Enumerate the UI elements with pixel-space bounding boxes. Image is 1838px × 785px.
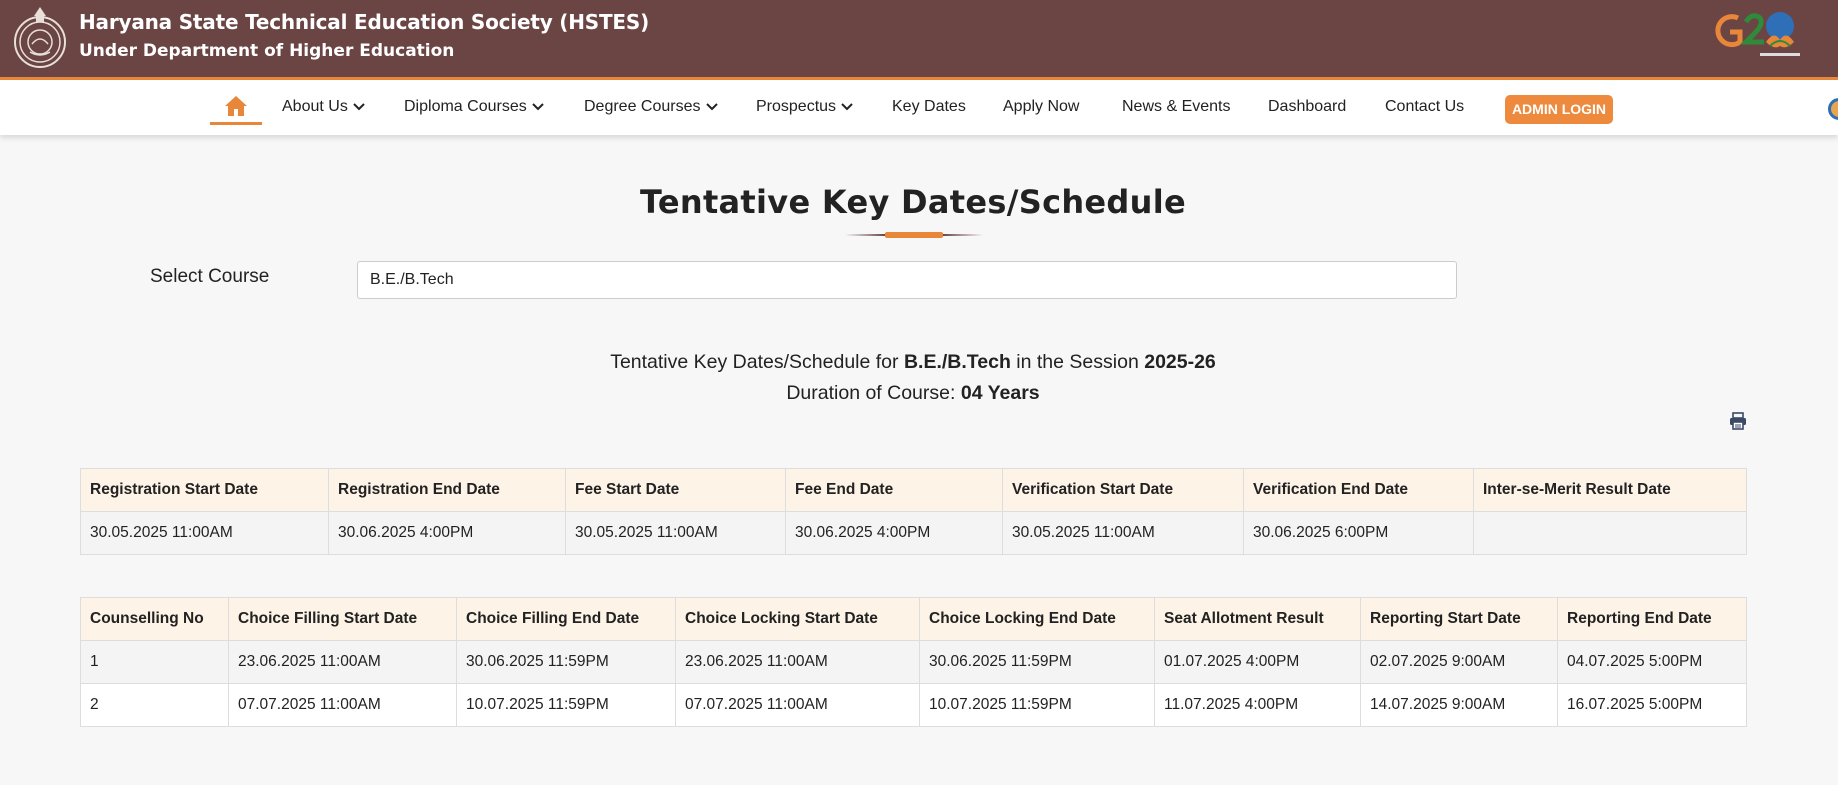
duration-label: Duration of Course: [786, 382, 956, 404]
nav-label: Apply Now [1003, 98, 1080, 115]
g20-logo-icon [1715, 12, 1800, 56]
counselling-dates-table: Counselling No Choice Filling Start Date… [80, 597, 1747, 727]
table-cell: 30.06.2025 6:00PM [1243, 511, 1474, 555]
table-cell: 02.07.2025 9:00AM [1360, 640, 1558, 684]
table-header-cell: Fee End Date [785, 468, 1003, 512]
table-cell: 04.07.2025 5:00PM [1557, 640, 1747, 684]
table-header-cell: Verification End Date [1243, 468, 1474, 512]
table-row: 30.05.2025 11:00AM 30.06.2025 4:00PM 30.… [80, 511, 1747, 555]
table-cell [1473, 511, 1747, 555]
page-title: Tentative Key Dates/Schedule [639, 183, 1186, 221]
nav-label: Key Dates [892, 98, 966, 115]
table-header-cell: Choice Filling End Date [456, 597, 676, 641]
table-cell: 10.07.2025 11:59PM [919, 683, 1155, 727]
nav-label: Prospectus [756, 98, 837, 115]
schedule-info: Tentative Key Dates/Schedule for B.E./B.… [0, 351, 1826, 374]
nav-degree-courses[interactable]: Degree Courses [584, 98, 719, 116]
duration-value: 04 Years [960, 382, 1040, 404]
nav-label: News & Events [1122, 98, 1231, 115]
nav-label: Diploma Courses [404, 98, 527, 115]
table-header-cell: Verification Start Date [1002, 468, 1244, 512]
table-cell: 23.06.2025 11:00AM [228, 640, 457, 684]
table-cell: 30.05.2025 11:00AM [1002, 511, 1244, 555]
table-header-row: Registration Start Date Registration End… [80, 468, 1747, 512]
admin-login-button[interactable]: ADMIN LOGIN [1505, 95, 1613, 124]
table-cell: 1 [80, 640, 229, 684]
nav-diploma-courses[interactable]: Diploma Courses [404, 98, 545, 116]
org-subtitle: Under Department of Higher Education [79, 41, 455, 61]
table-cell: 23.06.2025 11:00AM [675, 640, 920, 684]
chevron-down-icon [532, 103, 544, 111]
table-header-cell: Reporting Start Date [1360, 597, 1558, 641]
table-cell: 30.05.2025 11:00AM [80, 511, 329, 555]
table-cell: 07.07.2025 11:00AM [675, 683, 920, 727]
active-indicator [210, 122, 262, 125]
registration-dates-table: Registration Start Date Registration End… [80, 468, 1747, 555]
table-row: 2 07.07.2025 11:00AM 10.07.2025 11:59PM … [80, 683, 1747, 727]
table-header-cell: Counselling No [80, 597, 229, 641]
main-nav: About Us Diploma Courses Degree Courses … [0, 80, 1838, 135]
table-header-cell: Inter-se-Merit Result Date [1473, 468, 1747, 512]
nav-label: Dashboard [1268, 98, 1347, 115]
nav-label: Contact Us [1385, 98, 1465, 115]
table-header-cell: Choice Locking End Date [919, 597, 1155, 641]
table-header-cell: Seat Allotment Result [1154, 597, 1361, 641]
table-cell: 30.06.2025 11:59PM [919, 640, 1155, 684]
table-cell: 30.06.2025 4:00PM [785, 511, 1003, 555]
nav-label: Degree Courses [584, 98, 701, 115]
org-title: Haryana State Technical Education Societ… [79, 10, 650, 34]
table-cell: 30.06.2025 4:00PM [328, 511, 566, 555]
nav-prospectus[interactable]: Prospectus [756, 98, 854, 116]
table-cell: 14.07.2025 9:00AM [1360, 683, 1558, 727]
home-icon [225, 96, 247, 116]
select-course-label: Select Course [150, 266, 270, 287]
print-icon[interactable] [1729, 412, 1747, 430]
table-cell: 30.06.2025 11:59PM [456, 640, 676, 684]
session-value: 2025-26 [1144, 351, 1216, 373]
table-header-cell: Registration Start Date [80, 468, 329, 512]
table-cell: 16.07.2025 5:00PM [1557, 683, 1747, 727]
table-header-row: Counselling No Choice Filling Start Date… [80, 597, 1747, 641]
table-header-cell: Registration End Date [328, 468, 566, 512]
table-header-cell: Reporting End Date [1557, 597, 1747, 641]
nav-dashboard[interactable]: Dashboard [1268, 98, 1346, 116]
nav-home[interactable] [210, 94, 262, 125]
table-header-cell: Fee Start Date [565, 468, 786, 512]
course-select[interactable]: B.E./B.Tech [357, 261, 1457, 299]
info-prefix: Tentative Key Dates/Schedule for [610, 351, 899, 373]
table-cell: 30.05.2025 11:00AM [565, 511, 786, 555]
chevron-down-icon [705, 103, 718, 111]
chevron-down-icon [353, 103, 365, 111]
table-cell: 10.07.2025 11:59PM [456, 683, 676, 727]
nav-key-dates[interactable]: Key Dates [892, 98, 966, 116]
course-name: B.E./B.Tech [903, 351, 1011, 373]
info-mid: in the Session [1016, 351, 1139, 373]
table-cell: 01.07.2025 4:00PM [1154, 640, 1361, 684]
state-emblem-icon[interactable] [12, 4, 68, 70]
table-row: 1 23.06.2025 11:00AM 30.06.2025 11:59PM … [80, 640, 1747, 684]
nav-news-events[interactable]: News & Events [1122, 98, 1230, 116]
title-underline [845, 232, 983, 238]
site-header: Haryana State Technical Education Societ… [0, 0, 1838, 80]
table-cell: 11.07.2025 4:00PM [1154, 683, 1361, 727]
nav-about-us[interactable]: About Us [282, 98, 366, 116]
chevron-down-icon [841, 103, 853, 111]
table-cell: 2 [80, 683, 229, 727]
nav-label: About Us [282, 98, 348, 115]
nav-apply-now[interactable]: Apply Now [1003, 98, 1079, 116]
table-header-cell: Choice Filling Start Date [228, 597, 457, 641]
accessibility-icon[interactable] [1828, 98, 1838, 120]
table-cell: 07.07.2025 11:00AM [228, 683, 457, 727]
duration-info: Duration of Course: 04 Years [0, 382, 1826, 405]
table-header-cell: Choice Locking Start Date [675, 597, 920, 641]
nav-contact-us[interactable]: Contact Us [1385, 98, 1464, 116]
